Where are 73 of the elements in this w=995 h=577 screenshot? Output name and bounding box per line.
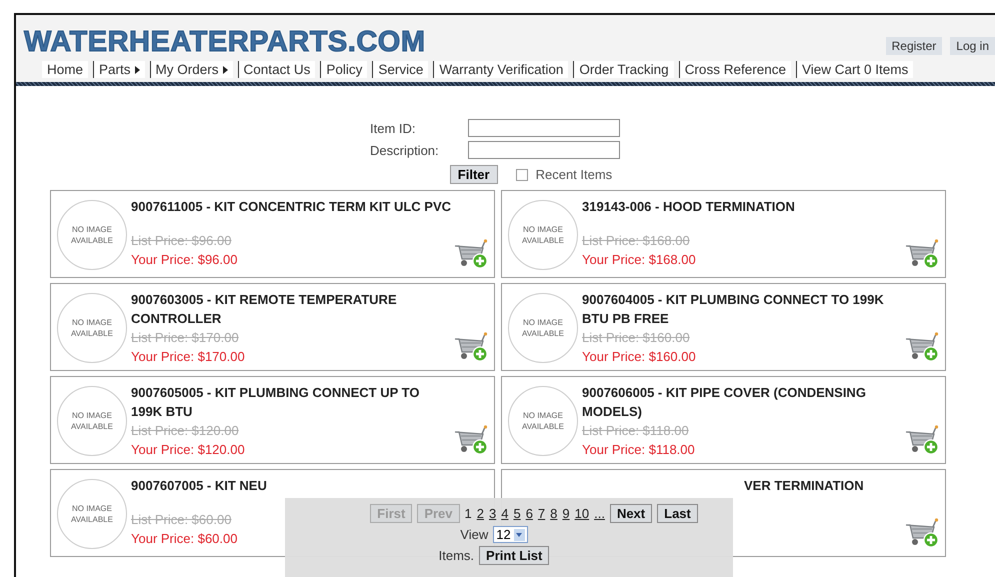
no-image-thumbnail: NO IMAGE AVAILABLE <box>508 200 578 270</box>
list-price: List Price: $120.00 <box>131 422 239 440</box>
page-link[interactable]: 9 <box>562 506 570 521</box>
page-link[interactable]: ... <box>594 506 605 521</box>
site-logo[interactable]: WATERHEATERPARTS.COM <box>24 27 426 57</box>
filter-button[interactable]: Filter <box>450 165 498 184</box>
field-label: Item ID: <box>370 120 417 136</box>
no-image-thumbnail: NO IMAGE AVAILABLE <box>57 386 127 456</box>
last-page-button[interactable]: Last <box>657 504 698 523</box>
page-link[interactable]: 7 <box>538 506 546 521</box>
add-to-cart-icon[interactable] <box>454 425 488 455</box>
your-price: Your Price: $60.00 <box>131 530 238 548</box>
product-title[interactable]: VER TERMINATION <box>744 476 864 495</box>
nav-item[interactable]: Home <box>42 61 88 78</box>
list-price: List Price: $118.00 <box>582 422 689 440</box>
product-title[interactable]: 9007606005 - KIT PIPE COVER (CONDENSING MODELS) <box>582 383 905 421</box>
your-price: Your Price: $118.00 <box>582 441 695 459</box>
nav-item[interactable]: Warranty Verification <box>433 61 568 78</box>
nav-item[interactable]: View Cart 0 Items <box>796 61 914 78</box>
account-link[interactable]: Register <box>886 37 942 55</box>
no-image-thumbnail: NO IMAGE AVAILABLE <box>508 293 578 363</box>
add-to-cart-icon[interactable] <box>454 239 488 269</box>
add-to-cart-icon[interactable] <box>454 332 488 362</box>
no-image-thumbnail: NO IMAGE AVAILABLE <box>57 200 127 270</box>
page-link[interactable]: 8 <box>550 506 558 521</box>
add-to-cart-icon[interactable] <box>905 425 939 455</box>
page-link[interactable]: 10 <box>574 506 590 521</box>
page-link[interactable]: 3 <box>488 506 496 521</box>
product-title[interactable]: 9007607005 - KIT NEU <box>131 476 267 495</box>
your-price: Your Price: $160.00 <box>582 348 696 366</box>
nav-item[interactable]: Service <box>372 61 428 78</box>
list-price: List Price: $170.00 <box>131 329 239 347</box>
account-link[interactable]: Log in <box>950 37 995 55</box>
product-title[interactable]: 9007604005 - KIT PLUMBING CONNECT TO 199K BTU PB FREE <box>582 290 905 328</box>
page-link[interactable]: 5 <box>513 506 521 521</box>
list-price: List Price: $96.00 <box>131 232 232 250</box>
nav-item[interactable]: Order Tracking <box>573 61 674 78</box>
page-size-select[interactable]: 12 <box>493 526 528 543</box>
nav-item[interactable]: Contact Us <box>238 61 316 78</box>
view-label: View <box>460 527 488 542</box>
list-price: List Price: $168.00 <box>582 232 690 250</box>
field-label: Description: <box>370 142 440 158</box>
your-price: Your Price: $170.00 <box>131 348 245 366</box>
next-page-button[interactable]: Next <box>610 504 652 523</box>
nav-item[interactable]: Policy <box>320 61 368 78</box>
list-price: List Price: $60.00 <box>131 511 232 529</box>
nav-item[interactable]: Parts <box>93 61 145 78</box>
page-link[interactable]: 2 <box>476 506 484 521</box>
item-id-field[interactable] <box>468 119 620 137</box>
recent-items-checkbox[interactable] <box>516 168 528 180</box>
no-image-thumbnail: NO IMAGE AVAILABLE <box>57 479 127 549</box>
items-label: Items. <box>438 548 474 563</box>
page-link[interactable]: 4 <box>501 506 508 521</box>
print-list-button[interactable]: Print List <box>479 546 550 565</box>
product-title[interactable]: 9007611005 - KIT CONCENTRIC TERM KIT ULC PVC <box>131 197 452 216</box>
page-link[interactable]: 1 <box>464 506 472 521</box>
checkbox-label: Recent Items <box>536 167 612 182</box>
nav-item[interactable]: My Orders <box>150 61 233 78</box>
your-price: Your Price: $96.00 <box>131 251 238 269</box>
your-price: Your Price: $168.00 <box>582 251 696 269</box>
add-to-cart-icon[interactable] <box>905 239 939 269</box>
add-to-cart-icon[interactable] <box>905 518 939 548</box>
product-title[interactable]: 9007603005 - KIT REMOTE TEMPERATURE CONTROLLER <box>131 290 454 328</box>
description-field[interactable] <box>468 141 620 159</box>
no-image-thumbnail: NO IMAGE AVAILABLE <box>57 293 127 363</box>
page-link[interactable]: 6 <box>526 506 533 521</box>
no-image-thumbnail: NO IMAGE AVAILABLE <box>508 386 578 456</box>
nav-item[interactable]: Cross Reference <box>678 61 791 78</box>
your-price: Your Price: $120.00 <box>131 441 245 459</box>
product-title[interactable]: 9007605005 - KIT PLUMBING CONNECT UP TO 199K BTU <box>131 383 454 421</box>
list-price: List Price: $160.00 <box>582 329 690 347</box>
product-title[interactable]: 319143-006 - HOOD TERMINATION <box>582 197 795 216</box>
add-to-cart-icon[interactable] <box>905 332 939 362</box>
